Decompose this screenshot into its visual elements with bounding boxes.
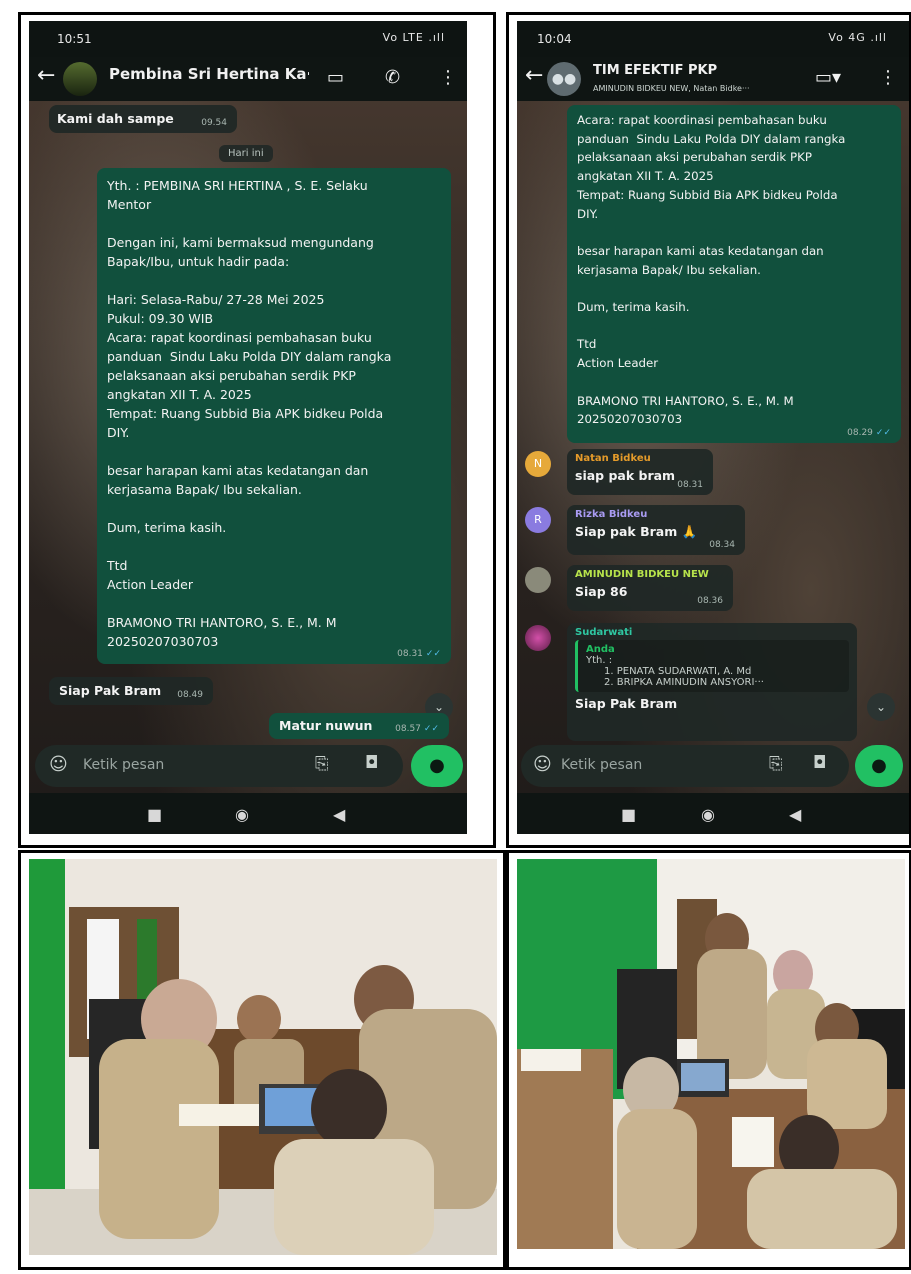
video-call-icon[interactable]: ▭▾ — [815, 67, 841, 88]
android-nav-bar: ■ ◉ ◀ — [29, 793, 467, 834]
scroll-down-icon[interactable]: ⌄ — [867, 693, 895, 721]
message-bubble-outgoing[interactable]: Yth. : PEMBINA SRI HERTINA , S. E. Selak… — [97, 168, 451, 664]
home-icon[interactable]: ◉ — [701, 805, 715, 824]
sender-name: AMINUDIN BIDKEU NEW — [575, 569, 709, 580]
message-bubble-incoming[interactable]: AMINUDIN BIDKEU NEW Siap 86 08.36 — [567, 565, 733, 611]
message-text: Siap Pak Bram — [575, 696, 678, 711]
signal-battery-icons: Vo LTE .ıll — [382, 31, 445, 44]
message-bubble-incoming[interactable]: Sudarwati Anda Yth. : 1. PENATA SUDARWAT… — [567, 623, 857, 741]
group-avatar[interactable]: ●● — [547, 62, 581, 96]
phone-screen-1: 10:51 Vo LTE .ıll ← Pembina Sri Hertina … — [29, 21, 467, 834]
status-time: 10:04 — [537, 32, 572, 46]
meeting-photo-1 — [29, 859, 497, 1255]
chat-header: ← ●● TIM EFEKTIF PKP AMINUDIN BIDKEU NEW… — [517, 57, 909, 101]
message-bubble-incoming[interactable]: Siap Pak Bram 08.49 — [49, 677, 213, 705]
double-check-icon: ✓✓ — [875, 428, 891, 438]
avatar[interactable] — [525, 567, 551, 593]
meeting-photo-2-illustration — [517, 859, 905, 1249]
video-call-icon[interactable]: ▭ — [327, 67, 344, 88]
chat-title[interactable]: TIM EFEKTIF PKP — [593, 63, 717, 78]
message-bubble-outgoing[interactable]: Matur nuwun 08.57 ✓✓ — [269, 713, 449, 739]
attach-icon[interactable]: ⎘ — [315, 754, 329, 774]
recents-icon[interactable]: ■ — [621, 805, 636, 824]
sticker-icon[interactable]: ☺ — [533, 754, 552, 775]
contact-avatar[interactable] — [63, 62, 97, 96]
chat-header: ← Pembina Sri Hertina Ka··· ▭ ✆ ⋮ — [29, 57, 467, 101]
meeting-photo-2 — [517, 859, 905, 1249]
message-input-bar[interactable]: ☺ Ketik pesan ⎘ ◘ — [521, 745, 849, 787]
message-input-placeholder[interactable]: Ketik pesan — [83, 757, 164, 773]
meeting-photo-1-illustration — [29, 859, 497, 1255]
message-time: 08.31 — [677, 480, 703, 490]
message-bubble-outgoing[interactable]: Acara: rapat koordinasi pembahasan buku … — [567, 105, 901, 443]
time-label: 08.57 — [395, 724, 421, 734]
status-time: 10:51 — [57, 32, 92, 46]
avatar[interactable] — [525, 625, 551, 651]
recents-icon[interactable]: ■ — [147, 805, 162, 824]
time-label: 08.31 — [397, 649, 423, 659]
back-nav-icon[interactable]: ◀ — [789, 805, 801, 824]
more-options-icon[interactable]: ⋮ — [879, 67, 897, 88]
signal-battery-icons: Vo 4G .ıll — [828, 31, 887, 44]
message-time: 09.54 — [201, 118, 227, 128]
double-check-icon: ✓✓ — [423, 724, 439, 734]
message-bubble-incoming[interactable]: Rizka Bidkeu Siap pak Bram 🙏 08.34 — [567, 505, 745, 555]
android-nav-bar: ■ ◉ ◀ — [517, 793, 909, 834]
message-input-bar[interactable]: ☺ Ketik pesan ⎘ ◘ — [35, 745, 403, 787]
message-text: Yth. : PEMBINA SRI HERTINA , S. E. Selak… — [107, 178, 392, 649]
sender-name: Sudarwati — [575, 627, 633, 638]
screenshot-frame-2: 10:04 Vo 4G .ıll ← ●● TIM EFEKTIF PKP AM… — [506, 12, 911, 848]
mic-button[interactable]: ● — [411, 745, 463, 787]
message-time: 08.29 ✓✓ — [847, 428, 891, 438]
message-time: 08.31 ✓✓ — [397, 649, 441, 659]
status-bar: 10:04 Vo 4G .ıll — [517, 21, 909, 57]
photo-frame-1 — [18, 850, 506, 1270]
quoted-reply[interactable]: Anda Yth. : 1. PENATA SUDARWATI, A. Md 2… — [575, 640, 849, 692]
date-chip: Hari ini — [219, 145, 273, 162]
screenshot-frame-1: 10:51 Vo LTE .ıll ← Pembina Sri Hertina … — [18, 12, 496, 848]
quote-line: Yth. : — [586, 655, 613, 666]
sender-name: Rizka Bidkeu — [575, 509, 648, 520]
voice-call-icon[interactable]: ✆ — [385, 67, 400, 88]
attach-icon[interactable]: ⎘ — [769, 754, 783, 774]
chat-subtitle: AMINUDIN BIDKEU NEW, Natan Bidke··· — [593, 84, 750, 93]
quote-line: 1. PENATA SUDARWATI, A. Md — [604, 666, 752, 677]
status-bar: 10:51 Vo LTE .ıll — [29, 21, 467, 57]
quote-line: 2. BRIPKA AMINUDIN ANSYORI··· — [604, 677, 764, 688]
home-icon[interactable]: ◉ — [235, 805, 249, 824]
time-label: 08.29 — [847, 428, 873, 438]
sender-name: Natan Bidkeu — [575, 453, 651, 464]
chat-title[interactable]: Pembina Sri Hertina Ka··· — [109, 65, 309, 83]
quote-author: Anda — [586, 644, 615, 655]
avatar[interactable]: R — [525, 507, 551, 533]
back-arrow-icon[interactable]: ← — [525, 65, 543, 87]
camera-icon[interactable]: ◘ — [813, 753, 826, 773]
message-bubble-incoming[interactable]: Kami dah sampe 09.54 — [49, 105, 237, 133]
message-bubble-incoming[interactable]: Natan Bidkeu siap pak bram 08.31 — [567, 449, 713, 495]
photo-frame-2 — [506, 850, 911, 1270]
message-time: 08.49 — [177, 690, 203, 700]
camera-icon[interactable]: ◘ — [365, 753, 378, 773]
phone-screen-2: 10:04 Vo 4G .ıll ← ●● TIM EFEKTIF PKP AM… — [517, 21, 909, 834]
more-options-icon[interactable]: ⋮ — [439, 67, 457, 88]
message-text: Acara: rapat koordinasi pembahasan buku … — [577, 113, 846, 427]
message-time: 08.36 — [697, 596, 723, 606]
message-time: 08.57 ✓✓ — [395, 724, 439, 734]
message-input-placeholder[interactable]: Ketik pesan — [561, 757, 642, 773]
back-arrow-icon[interactable]: ← — [37, 65, 55, 87]
message-text: Siap pak Bram 🙏 — [575, 524, 698, 539]
avatar[interactable]: N — [525, 451, 551, 477]
back-nav-icon[interactable]: ◀ — [333, 805, 345, 824]
message-time: 08.34 — [709, 540, 735, 550]
sticker-icon[interactable]: ☺ — [49, 754, 68, 775]
double-check-icon: ✓✓ — [425, 649, 441, 659]
mic-button[interactable]: ● — [855, 745, 903, 787]
